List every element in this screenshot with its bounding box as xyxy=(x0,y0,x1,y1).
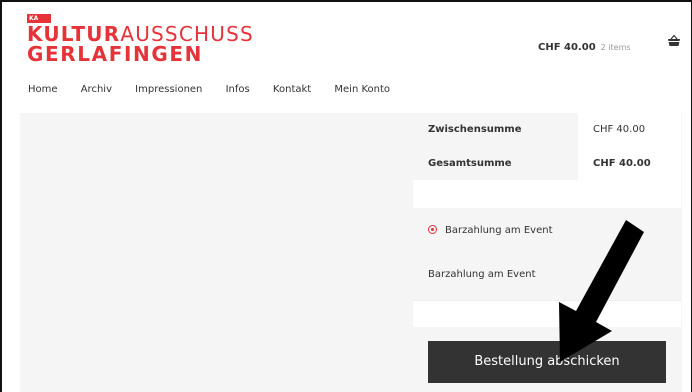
total-label: Gesamtsumme xyxy=(428,158,512,169)
place-order-button[interactable]: Bestellung abschicken xyxy=(428,341,666,383)
nav-item-impressionen[interactable]: Impressionen xyxy=(135,84,202,95)
logo-word-gerlafingen: GERLAFINGEN xyxy=(27,42,203,66)
payment-option-cash[interactable]: Barzahlung am Event xyxy=(428,224,553,236)
basket-icon[interactable] xyxy=(667,34,681,48)
summary-separator xyxy=(413,180,681,208)
payment-box-footer xyxy=(413,300,681,327)
subtotal-value: CHF 40.00 xyxy=(578,113,681,147)
nav-item-kontakt[interactable]: Kontakt xyxy=(273,84,311,95)
nav-item-archiv[interactable]: Archiv xyxy=(81,84,112,95)
subtotal-label: Zwischensumme xyxy=(428,124,522,135)
payment-description: Barzahlung am Event xyxy=(428,269,536,280)
cart-total[interactable]: CHF 40.00 xyxy=(538,42,596,53)
mini-cart[interactable]: CHF 40.00 2 items xyxy=(538,35,631,54)
nav-item-infos[interactable]: Infos xyxy=(226,84,250,95)
nav-item-home[interactable]: Home xyxy=(28,84,58,95)
total-value: CHF 40.00 xyxy=(578,147,681,181)
nav-item-mein-konto[interactable]: Mein Konto xyxy=(334,84,390,95)
payment-option-label[interactable]: Barzahlung am Event xyxy=(445,225,553,236)
radio-selected-icon[interactable] xyxy=(428,225,437,234)
subtotal-row: Zwischensumme CHF 40.00 xyxy=(413,113,681,147)
cart-item-count[interactable]: 2 items xyxy=(601,43,631,52)
total-row: Gesamtsumme CHF 40.00 xyxy=(413,147,681,181)
main-navigation: Home Archiv Impressionen Infos Kontakt M… xyxy=(28,84,410,95)
